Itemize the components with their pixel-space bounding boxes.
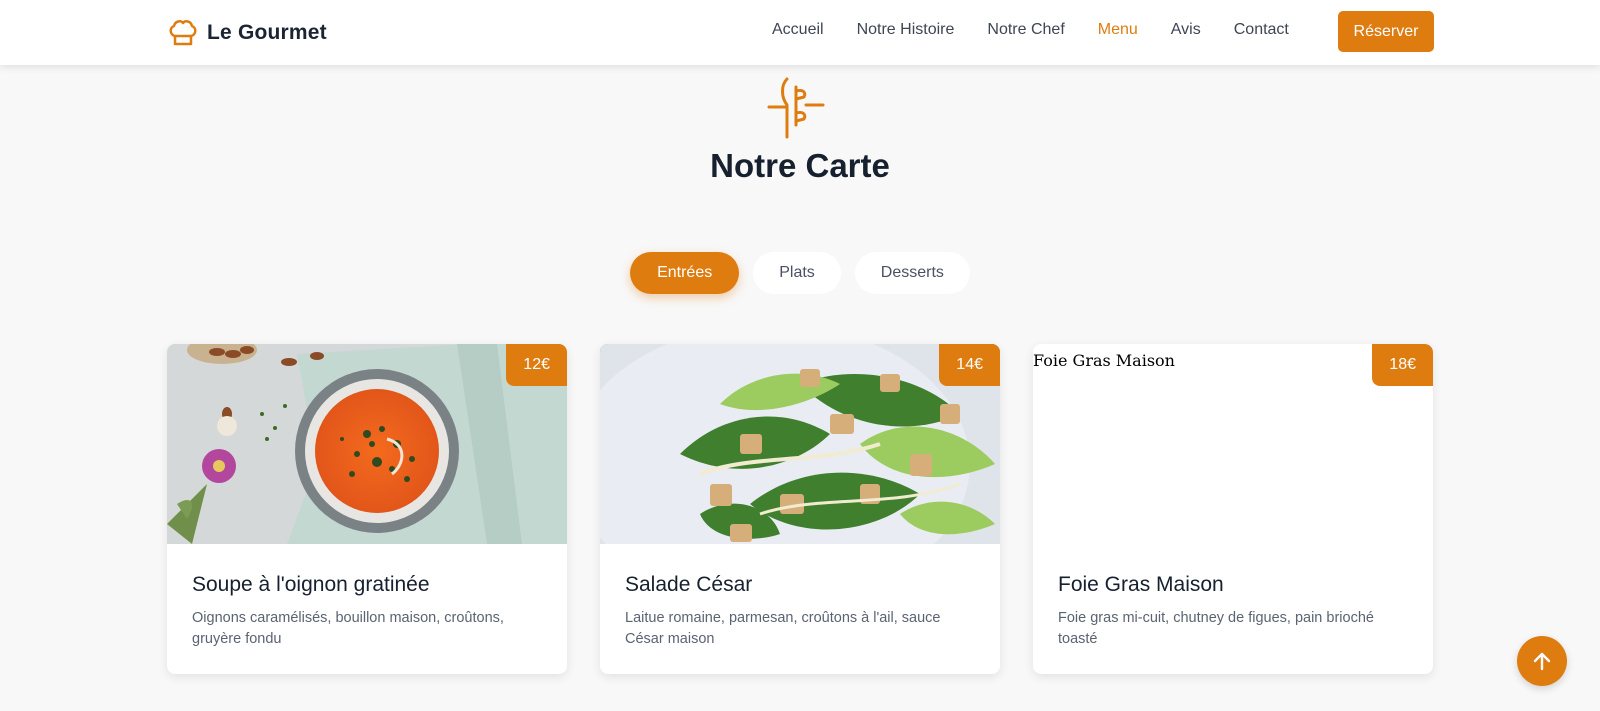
price-badge: 18€ xyxy=(1372,344,1433,386)
tab-entrees[interactable]: Entrées xyxy=(630,252,740,294)
chef-hat-icon xyxy=(169,20,197,46)
dish-description: Foie gras mi-cuit, chutney de figues, pa… xyxy=(1058,610,1374,647)
brand-logo[interactable]: Le Gourmet xyxy=(167,17,327,49)
dish-description: Oignons caramélisés, bouillon maison, cr… xyxy=(192,610,504,647)
price-badge: 12€ xyxy=(506,344,567,386)
dish-card-body: Salade César Laitue romaine, parmesan, c… xyxy=(625,573,976,650)
dish-card[interactable]: Foie Gras Maison 18€ Foie Gras Maison Fo… xyxy=(1033,344,1433,674)
caesar-salad-photo: 14€ xyxy=(600,344,1000,544)
site-header: Le Gourmet Accueil Notre Histoire Notre … xyxy=(0,0,1600,65)
arrow-up-icon xyxy=(1533,652,1551,671)
image-alt-text: Foie Gras Maison xyxy=(1033,351,1175,370)
dish-name: Soupe à l'oignon gratinée xyxy=(192,573,430,596)
menu-category-tabs: Entrées Plats Desserts xyxy=(0,252,1600,294)
scroll-top-button[interactable] xyxy=(1517,636,1567,686)
tab-desserts[interactable]: Desserts xyxy=(854,252,970,294)
dish-description: Laitue romaine, parmesan, croûtons à l'a… xyxy=(625,610,941,647)
dish-name: Salade César xyxy=(625,573,753,596)
page-title: Notre Carte xyxy=(710,147,890,184)
main-nav: Accueil Notre Histoire Notre Chef Menu A… xyxy=(772,21,1289,39)
price-badge: 14€ xyxy=(939,344,1000,386)
nav-link-menu[interactable]: Menu xyxy=(1098,21,1138,39)
dish-card-body: Soupe à l'oignon gratinée Oignons caramé… xyxy=(192,573,543,650)
dish-card[interactable]: 14€ Salade César Laitue romaine, parmesa… xyxy=(600,344,1000,674)
broken-dish-image: Foie Gras Maison 18€ xyxy=(1033,344,1433,544)
dish-cards: 12€ Soupe à l'oignon gratinée Oignons ca… xyxy=(167,344,1434,674)
utensils-icon xyxy=(767,77,825,139)
nav-link-notre-histoire[interactable]: Notre Histoire xyxy=(857,21,955,39)
tomato-soup-photo: 12€ xyxy=(167,344,567,544)
reserve-button[interactable]: Réserver xyxy=(1338,11,1434,52)
dish-name: Foie Gras Maison xyxy=(1058,573,1224,596)
nav-link-contact[interactable]: Contact xyxy=(1234,21,1289,39)
dish-card-body: Foie Gras Maison Foie gras mi-cuit, chut… xyxy=(1058,573,1409,650)
nav-link-avis[interactable]: Avis xyxy=(1171,21,1201,39)
nav-link-notre-chef[interactable]: Notre Chef xyxy=(987,21,1064,39)
nav-link-accueil[interactable]: Accueil xyxy=(772,21,824,39)
dish-card[interactable]: 12€ Soupe à l'oignon gratinée Oignons ca… xyxy=(167,344,567,674)
tab-plats[interactable]: Plats xyxy=(753,252,841,294)
brand-name: Le Gourmet xyxy=(207,21,327,44)
